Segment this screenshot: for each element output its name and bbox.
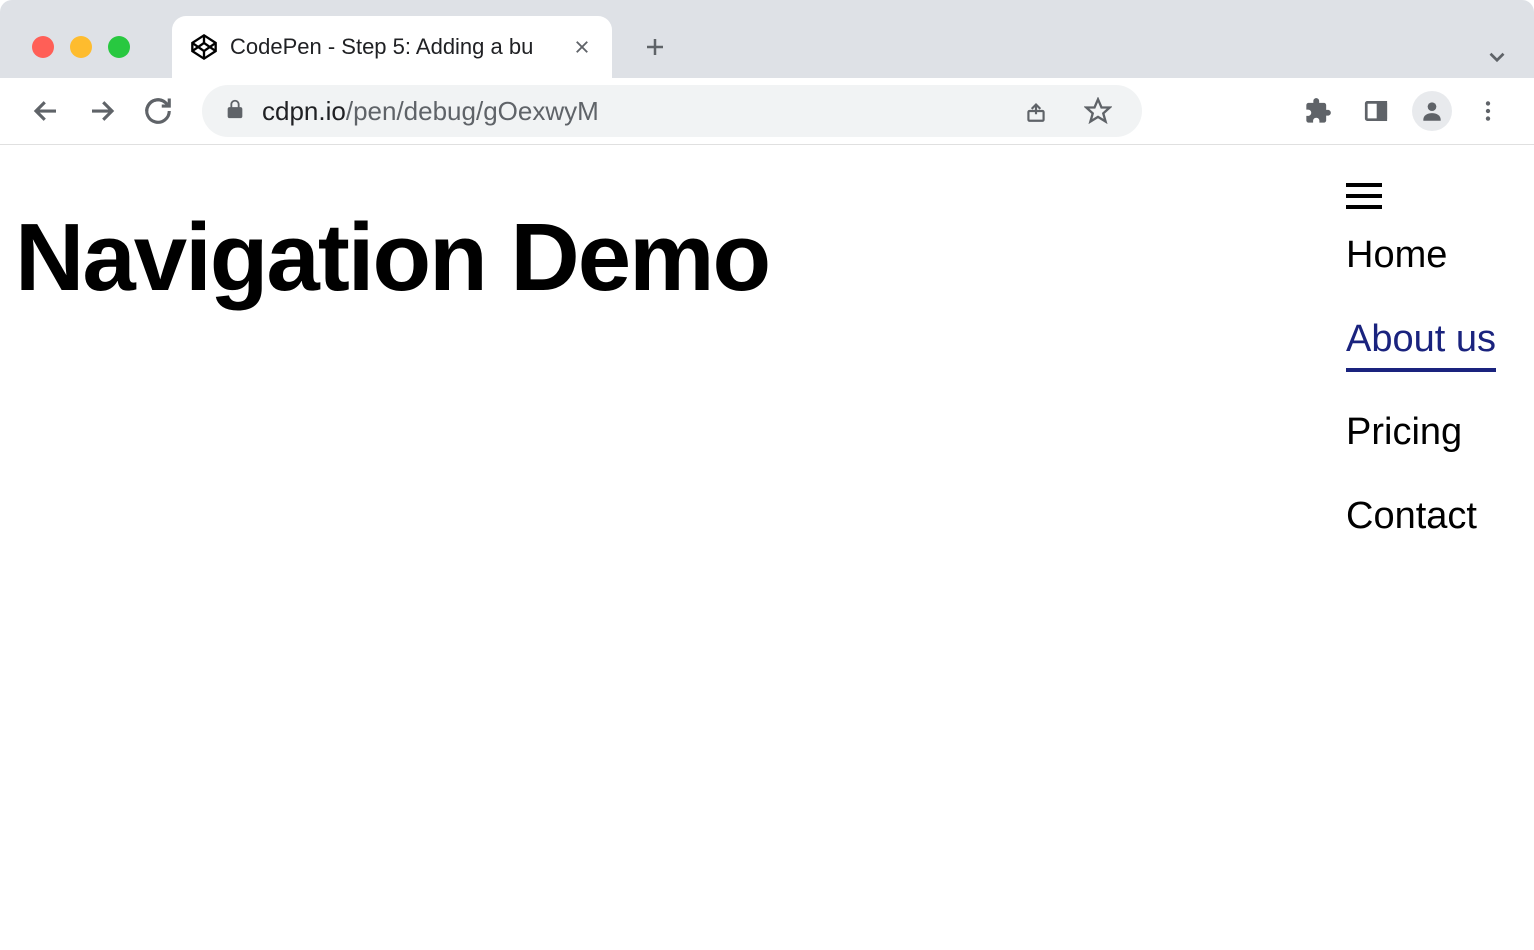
profile-avatar[interactable] xyxy=(1412,91,1452,131)
extensions-icon[interactable] xyxy=(1296,89,1340,133)
url-host: cdpn.io xyxy=(262,96,346,126)
codepen-favicon-icon xyxy=(190,33,218,61)
forward-button[interactable] xyxy=(80,89,124,133)
window-maximize-button[interactable] xyxy=(108,36,130,58)
address-bar[interactable]: cdpn.io/pen/debug/gOexwyM xyxy=(202,85,1142,137)
tab-strip: CodePen - Step 5: Adding a bu xyxy=(0,0,1534,78)
sidepanel-icon[interactable] xyxy=(1354,89,1398,133)
hamburger-menu-icon[interactable] xyxy=(1346,183,1382,209)
reload-button[interactable] xyxy=(136,89,180,133)
url-text: cdpn.io/pen/debug/gOexwyM xyxy=(262,96,599,127)
tab-close-button[interactable] xyxy=(570,35,594,59)
lock-icon xyxy=(224,98,246,125)
nav-item-about[interactable]: About us xyxy=(1346,317,1496,373)
back-button[interactable] xyxy=(24,89,68,133)
window-close-button[interactable] xyxy=(32,36,54,58)
window-minimize-button[interactable] xyxy=(70,36,92,58)
page-content: Navigation Demo Home About us Pricing Co… xyxy=(0,145,1534,950)
bookmark-star-icon[interactable] xyxy=(1076,89,1120,133)
tab-title: CodePen - Step 5: Adding a bu xyxy=(230,34,558,60)
menu-dots-icon[interactable] xyxy=(1466,89,1510,133)
navigation-area: Home About us Pricing Contact xyxy=(1346,175,1514,950)
browser-tab[interactable]: CodePen - Step 5: Adding a bu xyxy=(172,16,612,78)
nav-list: Home About us Pricing Contact xyxy=(1346,233,1496,539)
nav-item-pricing[interactable]: Pricing xyxy=(1346,410,1496,456)
page-heading: Navigation Demo xyxy=(15,205,769,950)
tab-dropdown-button[interactable] xyxy=(1484,44,1510,75)
new-tab-button[interactable] xyxy=(630,22,680,72)
nav-item-home[interactable]: Home xyxy=(1346,233,1496,279)
url-path: /pen/debug/gOexwyM xyxy=(346,96,599,126)
browser-chrome: CodePen - Step 5: Adding a bu xyxy=(0,0,1534,145)
nav-item-contact[interactable]: Contact xyxy=(1346,494,1496,540)
share-icon[interactable] xyxy=(1014,89,1058,133)
browser-toolbar: cdpn.io/pen/debug/gOexwyM xyxy=(0,78,1534,145)
window-controls xyxy=(32,36,130,58)
